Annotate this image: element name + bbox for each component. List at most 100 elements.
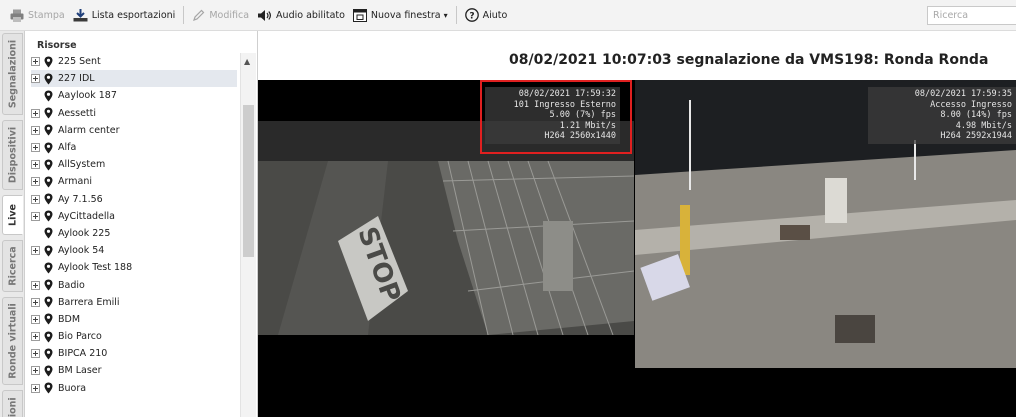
search-input[interactable] — [927, 6, 1016, 25]
expand-icon[interactable] — [31, 383, 40, 393]
tab-label: zioni — [7, 397, 18, 417]
osd-codec: H264 2592x1944 — [940, 131, 1012, 141]
tree-item[interactable]: BM Laser — [31, 362, 237, 379]
export-list-button[interactable]: Lista esportazioni — [69, 4, 180, 26]
tree-item-label: BM Laser — [58, 365, 102, 377]
print-button[interactable]: Stampa — [6, 4, 69, 26]
tree-item[interactable]: Alarm center — [31, 122, 237, 139]
tab-segnalazioni[interactable]: Segnalazioni — [2, 33, 23, 115]
tree-item[interactable]: BIPCA 210 — [31, 345, 237, 362]
tab-label: Live — [7, 204, 18, 226]
new-window-button[interactable]: Nuova finestra ▾ — [349, 4, 452, 26]
tree-item-label: Bio Parco — [58, 331, 102, 343]
osd-timestamp: 08/02/2021 17:59:35 — [914, 89, 1012, 99]
help-icon: ? — [464, 8, 479, 22]
expand-icon[interactable] — [31, 314, 40, 324]
expand-icon[interactable] — [31, 349, 40, 359]
location-pin-icon — [44, 245, 53, 257]
tree-item-label: BDM — [58, 313, 81, 325]
location-pin-icon — [44, 142, 53, 154]
location-pin-icon — [44, 227, 53, 239]
location-pin-icon — [44, 365, 53, 377]
tree-scrollbar[interactable]: ▲ — [240, 53, 256, 417]
tab-azioni[interactable]: zioni — [2, 390, 23, 417]
location-pin-icon — [44, 124, 53, 136]
location-pin-icon — [44, 56, 53, 68]
tree-item-label: Ay 7.1.56 — [58, 193, 103, 205]
location-pin-icon — [44, 348, 53, 360]
tree-item[interactable]: 225 Sent — [31, 53, 237, 70]
tree-item-label: AllSystem — [58, 159, 106, 171]
svg-text:?: ? — [469, 12, 474, 22]
tree-item[interactable]: Ay 7.1.56 — [31, 191, 237, 208]
vertical-tab-bar: Segnalazioni Dispositivi Live Ricerca Ro… — [0, 31, 25, 417]
tree-item-label: 227 IDL — [58, 73, 95, 85]
tree-item[interactable]: Badio — [31, 276, 237, 293]
tree-item[interactable]: Bio Parco — [31, 328, 237, 345]
tree-item[interactable]: Aaylook 187 — [31, 87, 237, 104]
video-grid: STOP 08/02/2021 17:59:32 101 Ingresso Es… — [258, 80, 1016, 417]
expand-icon[interactable] — [31, 332, 40, 342]
audio-toggle[interactable]: Audio abilitato — [253, 4, 349, 26]
tree-item-label: Aylook 225 — [58, 227, 111, 239]
edit-button[interactable]: Modifica — [188, 4, 253, 26]
expand-icon[interactable] — [31, 194, 40, 204]
expand-icon[interactable] — [31, 160, 40, 170]
tree-item[interactable]: AllSystem — [31, 156, 237, 173]
location-pin-icon — [44, 331, 53, 343]
tree-item-label: Aylook 54 — [58, 245, 105, 257]
tree-item-label: Alfa — [58, 142, 77, 154]
tree-item[interactable]: 227 IDL — [31, 70, 237, 88]
tab-live[interactable]: Live — [2, 195, 23, 235]
tree-item[interactable]: Aylook 54 — [31, 242, 237, 259]
location-pin-icon — [44, 382, 53, 394]
location-pin-icon — [44, 296, 53, 308]
expand-icon[interactable] — [31, 366, 40, 376]
tree-item[interactable]: AyCittadella — [31, 208, 237, 225]
expand-icon[interactable] — [31, 280, 40, 290]
location-pin-icon — [44, 279, 53, 291]
new-window-label: Nuova finestra — [370, 9, 441, 21]
scroll-thumb[interactable] — [243, 105, 254, 257]
tree-item[interactable]: Alfa — [31, 139, 237, 156]
expand-icon[interactable] — [31, 246, 40, 256]
speaker-icon — [258, 9, 272, 21]
expand-icon[interactable] — [31, 297, 40, 307]
tree-item[interactable]: Aylook 225 — [31, 225, 237, 242]
pencil-icon — [193, 9, 205, 21]
tab-ricerca[interactable]: Ricerca — [2, 240, 23, 292]
expand-icon[interactable] — [31, 74, 40, 84]
tree-item-label: BIPCA 210 — [58, 348, 108, 360]
resource-tree-panel: Risorse 225 Sent 227 IDL Aaylook 187 Aesset… — [25, 31, 258, 417]
tree-item[interactable]: Buora — [31, 380, 237, 397]
tab-ronde-virtuali[interactable]: Ronde virtuali — [2, 297, 23, 385]
osd-fps: 8.00 (14%) fps — [940, 110, 1012, 120]
tree-item-label: Aaylook 187 — [58, 90, 117, 102]
alert-title: 08/02/2021 10:07:03 segnalazione da VMS1… — [509, 52, 989, 68]
tree-item[interactable]: Barrera Emili — [31, 294, 237, 311]
tree-item-label: 225 Sent — [58, 56, 101, 68]
location-pin-icon — [44, 262, 53, 274]
tree-item[interactable]: Armani — [31, 173, 237, 190]
tree-item[interactable]: Aylook Test 188 — [31, 259, 237, 276]
tab-label: Segnalazioni — [7, 39, 18, 109]
tree-item-label: Armani — [58, 176, 92, 188]
tree-item[interactable]: Aessetti — [31, 105, 237, 122]
location-pin-icon — [44, 210, 53, 222]
help-button[interactable]: ? Aiuto — [461, 4, 512, 26]
expand-icon[interactable] — [31, 57, 40, 67]
tab-label: Ricerca — [7, 246, 18, 286]
tree-item-label: Barrera Emili — [58, 296, 120, 308]
tab-dispositivi[interactable]: Dispositivi — [2, 120, 23, 190]
edit-label: Modifica — [209, 9, 250, 21]
expand-icon[interactable] — [31, 108, 40, 118]
scroll-up-icon[interactable]: ▲ — [244, 57, 250, 66]
expand-icon[interactable] — [31, 177, 40, 187]
tree-item[interactable]: BDM — [31, 311, 237, 328]
tab-label: Dispositivi — [7, 126, 18, 184]
expand-icon[interactable] — [31, 125, 40, 135]
expand-icon[interactable] — [31, 143, 40, 153]
location-pin-icon — [44, 73, 53, 85]
expand-icon[interactable] — [31, 211, 40, 221]
tree-item-label: Aessetti — [58, 107, 97, 119]
